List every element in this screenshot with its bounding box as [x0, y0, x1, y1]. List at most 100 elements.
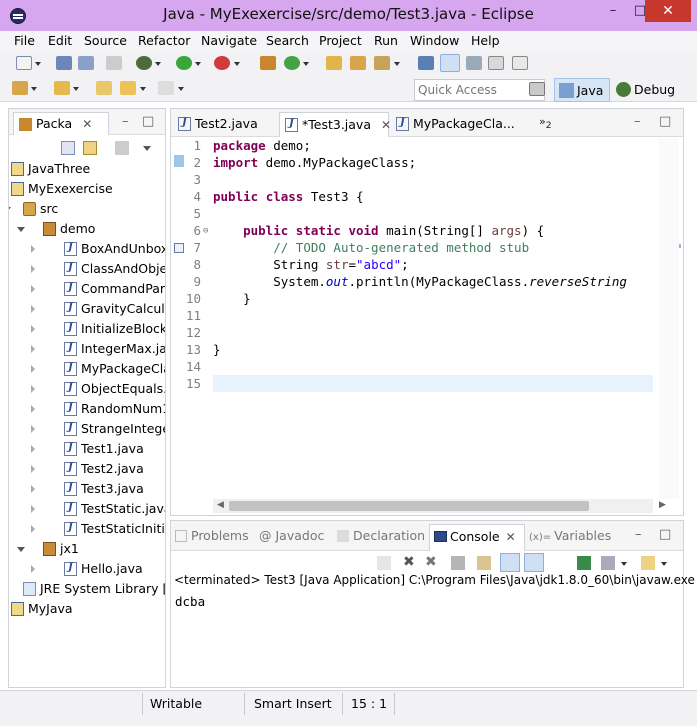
- minimize-button[interactable]: –: [599, 0, 627, 22]
- menu-help[interactable]: Help: [471, 33, 500, 48]
- expand-arrow-icon[interactable]: [9, 207, 11, 212]
- collapse-arrow-icon[interactable]: [31, 565, 35, 573]
- next-annotation-icon[interactable]: [12, 81, 28, 95]
- new-class-icon[interactable]: [284, 56, 300, 70]
- collapse-arrow-icon[interactable]: [31, 485, 35, 493]
- view-menu-icon[interactable]: [143, 146, 151, 151]
- back-icon[interactable]: [120, 81, 136, 95]
- toggle-highlight-icon[interactable]: [440, 54, 460, 72]
- expand-arrow-icon[interactable]: [17, 547, 25, 552]
- block-selection-icon[interactable]: [466, 56, 482, 70]
- collapse-arrow-icon[interactable]: [31, 445, 35, 453]
- open-task-icon[interactable]: [350, 56, 366, 70]
- new-class-dropdown-icon[interactable]: [303, 62, 309, 66]
- prev-annotation-dropdown-icon[interactable]: [73, 87, 79, 91]
- quick-access-input[interactable]: [414, 79, 545, 101]
- collapse-arrow-icon[interactable]: [31, 325, 35, 333]
- close-icon[interactable]: ✕: [381, 118, 391, 132]
- tab-variables[interactable]: (x)= Variables: [529, 528, 611, 543]
- menu-search[interactable]: Search: [266, 33, 309, 48]
- collapse-arrow-icon[interactable]: [31, 505, 35, 513]
- insert-mode-status[interactable]: Smart Insert: [254, 696, 332, 711]
- link-with-editor-icon[interactable]: [83, 141, 97, 155]
- remove-launch-icon[interactable]: ✖: [403, 554, 415, 570]
- menu-project[interactable]: Project: [319, 33, 362, 48]
- close-button[interactable]: ✕: [645, 0, 691, 22]
- collapse-arrow-icon[interactable]: [31, 345, 35, 353]
- run-dropdown-icon[interactable]: [195, 62, 201, 66]
- new-dropdown-icon[interactable]: [35, 62, 41, 66]
- back-dropdown-icon[interactable]: [140, 87, 146, 91]
- expand-arrow-icon[interactable]: [17, 227, 25, 232]
- maximize-view-icon[interactable]: □: [142, 114, 154, 129]
- show-on-error-icon[interactable]: [524, 553, 544, 572]
- collapse-arrow-icon[interactable]: [31, 285, 35, 293]
- minimize-editor-icon[interactable]: –: [634, 114, 641, 129]
- forward-dropdown-icon[interactable]: [178, 87, 184, 91]
- pin-console-icon[interactable]: [577, 556, 591, 570]
- next-annotation-dropdown-icon[interactable]: [31, 87, 37, 91]
- menu-source[interactable]: Source: [84, 33, 127, 48]
- collapse-arrow-icon[interactable]: [31, 425, 35, 433]
- focus-icon[interactable]: [115, 141, 129, 155]
- external-tools-dropdown-icon[interactable]: [234, 62, 240, 66]
- last-edit-icon[interactable]: [96, 81, 112, 95]
- forward-icon[interactable]: [158, 81, 174, 95]
- toggle-mark-occurrences-icon[interactable]: [418, 56, 434, 70]
- collapse-all-icon[interactable]: [61, 141, 75, 155]
- show-on-output-icon[interactable]: [500, 553, 520, 572]
- open-console-icon[interactable]: [641, 556, 655, 570]
- scroll-right-icon[interactable]: ▶: [659, 500, 666, 510]
- minimize-view-icon[interactable]: –: [122, 114, 129, 129]
- console-output[interactable]: dcba: [175, 594, 205, 609]
- search-dropdown-icon[interactable]: [394, 62, 400, 66]
- collapse-arrow-icon[interactable]: [31, 305, 35, 313]
- collapse-arrow-icon[interactable]: [31, 465, 35, 473]
- open-type-icon[interactable]: [326, 56, 342, 70]
- scrollbar-thumb[interactable]: [229, 501, 589, 511]
- debug-dropdown-icon[interactable]: [155, 62, 161, 66]
- package-explorer-tab[interactable]: Packa ✕: [13, 112, 109, 135]
- display-console-dropdown-icon[interactable]: [621, 562, 627, 566]
- close-icon[interactable]: ✕: [82, 117, 92, 131]
- java-perspective-button[interactable]: Java: [554, 78, 610, 102]
- prev-annotation-icon[interactable]: [54, 81, 70, 95]
- tab-javadoc[interactable]: @ Javadoc: [259, 528, 324, 543]
- new-package-icon[interactable]: [260, 56, 276, 70]
- more-tabs-button[interactable]: »2: [539, 115, 552, 131]
- minimize-console-icon[interactable]: –: [635, 527, 642, 542]
- debug-perspective-button[interactable]: Debug: [612, 78, 696, 102]
- horizontal-scrollbar[interactable]: [213, 499, 653, 513]
- tab-mypackageclass[interactable]: MyPackageCla...: [391, 112, 521, 137]
- menu-edit[interactable]: Edit: [48, 33, 72, 48]
- search-icon[interactable]: [374, 56, 390, 70]
- external-tools-icon[interactable]: [214, 56, 230, 70]
- menu-file[interactable]: File: [14, 33, 35, 48]
- collapse-arrow-icon[interactable]: [31, 245, 35, 253]
- menu-run[interactable]: Run: [374, 33, 398, 48]
- save-icon[interactable]: [56, 56, 72, 70]
- collapse-arrow-icon[interactable]: [31, 525, 35, 533]
- remove-all-terminated-icon[interactable]: ✖: [425, 554, 437, 570]
- fold-icon[interactable]: ⊖: [203, 226, 208, 236]
- print-icon[interactable]: [106, 56, 122, 70]
- tab-console[interactable]: Console ✕: [429, 524, 525, 551]
- menu-window[interactable]: Window: [410, 33, 459, 48]
- clear-console-icon[interactable]: [451, 556, 465, 570]
- display-console-icon[interactable]: [601, 556, 615, 570]
- debug-icon[interactable]: [136, 56, 152, 70]
- show-paragraph-icon[interactable]: [512, 56, 528, 70]
- maximize-console-icon[interactable]: □: [659, 527, 671, 542]
- new-icon[interactable]: [16, 56, 32, 70]
- collapse-arrow-icon[interactable]: [31, 265, 35, 273]
- close-icon[interactable]: ✕: [506, 530, 516, 544]
- scroll-left-icon[interactable]: ◀: [217, 500, 224, 510]
- tab-problems[interactable]: Problems: [175, 528, 249, 543]
- code-editor[interactable]: ⊖ 1 2 3 4 5 6 7 8 9 10 11 12 13 14 15 package demo; im…: [171, 138, 683, 498]
- tab-test2[interactable]: Test2.java: [173, 112, 277, 137]
- collapse-arrow-icon[interactable]: [31, 365, 35, 373]
- tab-test3[interactable]: *Test3.java ✕: [279, 112, 391, 137]
- menu-refactor[interactable]: Refactor: [138, 33, 190, 48]
- maximize-editor-icon[interactable]: □: [659, 114, 671, 129]
- run-icon[interactable]: [176, 56, 192, 70]
